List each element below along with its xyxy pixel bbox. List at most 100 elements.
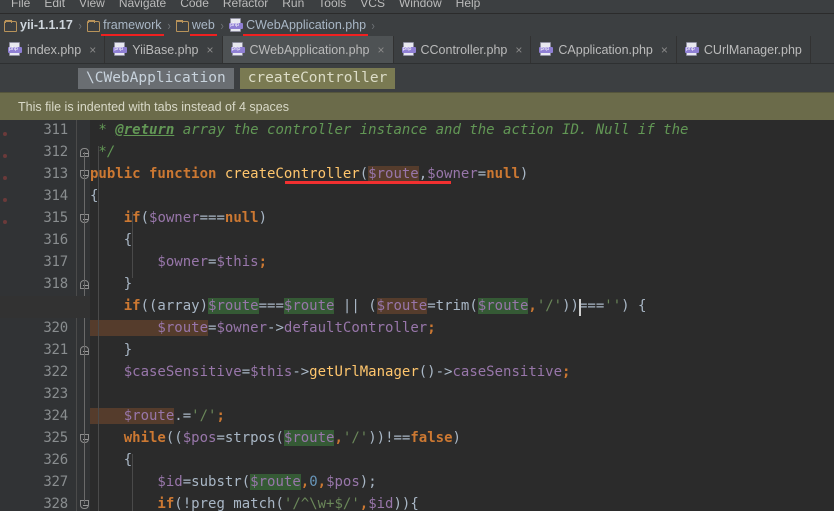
breadcrumb-item-3[interactable]: CWebApplication.php xyxy=(227,14,369,36)
menu-item-edit[interactable]: Edit xyxy=(37,0,72,11)
code-line[interactable]: { xyxy=(90,450,834,472)
tab-label: index.php xyxy=(27,43,82,57)
code-token: ) xyxy=(258,210,268,226)
code-token: $route xyxy=(90,320,209,336)
code-token: || xyxy=(342,298,360,314)
indent-guide xyxy=(98,146,99,511)
menu-item-run[interactable]: Run xyxy=(275,0,311,11)
menu-item-navigate[interactable]: Navigate xyxy=(112,0,173,11)
breadcrumb-item-2[interactable]: web xyxy=(174,14,217,36)
code-line-content: { xyxy=(90,232,132,248)
menu-item-code[interactable]: Code xyxy=(173,0,216,11)
breadcrumb-item-0[interactable]: yii-1.1.17 xyxy=(2,14,75,36)
close-icon[interactable]: × xyxy=(89,44,96,56)
breadcrumb-item-1[interactable]: framework xyxy=(85,14,164,36)
code-token: '/' xyxy=(191,408,217,424)
code-line[interactable]: { xyxy=(90,186,834,208)
indentation-notification-banner[interactable]: This file is indented with tabs instead … xyxy=(0,92,834,120)
navigation-breadcrumb-bar: yii-1.1.17 › framework › web › CWebApplication… xyxy=(0,14,834,36)
menu-item-file[interactable]: File xyxy=(4,0,37,11)
code-line[interactable]: if((array)$route===$route || ($route=tri… xyxy=(90,296,834,318)
code-line[interactable]: $id=substr($route,0,$pos); xyxy=(90,472,834,494)
code-token: preg_match xyxy=(191,496,276,511)
code-line-content: $route=$owner->defaultController; xyxy=(90,320,436,336)
red-annotation-underline xyxy=(285,181,451,184)
php-file-icon xyxy=(113,42,128,57)
code-line[interactable]: $caseSensitive=$this->getUrlManager()->c… xyxy=(90,362,834,384)
code-token: $route xyxy=(283,298,335,314)
close-icon[interactable]: × xyxy=(377,44,384,56)
code-line[interactable] xyxy=(90,384,834,406)
code-line[interactable]: public function createController($route,… xyxy=(90,164,834,186)
gutter-row: 326 xyxy=(11,450,76,472)
editor-tab-ccontroller-php[interactable]: CController.php × xyxy=(394,36,532,63)
code-line[interactable]: if($owner===null) xyxy=(90,208,834,230)
code-token: '/^\w+$/' xyxy=(283,496,360,511)
menu-item-refactor[interactable]: Refactor xyxy=(216,0,275,11)
line-number: 320 xyxy=(43,320,68,336)
php-file-icon xyxy=(539,42,554,57)
editor-tab-bar: index.php×YiiBase.php×CWebApplication.ph… xyxy=(0,36,834,63)
breadcrumb-separator-icon: › xyxy=(78,17,82,33)
menu-item-vcs[interactable]: VCS xyxy=(353,0,392,11)
code-line-content: if($owner===null) xyxy=(90,210,267,226)
code-token: ( xyxy=(241,474,251,490)
fold-connector-line xyxy=(84,152,85,196)
code-line[interactable]: if(!preg_match('/^\w+$/',$id)){ xyxy=(90,494,834,511)
gutter-row: 321 xyxy=(11,340,76,362)
close-icon[interactable]: × xyxy=(661,44,668,56)
code-line[interactable]: while(($pos=strpos($route,'/'))!==false) xyxy=(90,428,834,450)
editor-tab-index-php[interactable]: index.php × xyxy=(0,36,106,63)
code-token: !== xyxy=(385,430,411,446)
menu-item-help[interactable]: Help xyxy=(449,0,488,11)
breadcrumb-label: web xyxy=(191,18,215,32)
code-token: false xyxy=(410,430,453,446)
code-line[interactable]: */ xyxy=(90,142,834,164)
code-text-area[interactable]: * @return array the controller instance … xyxy=(90,120,834,511)
menu-item-view[interactable]: View xyxy=(72,0,112,11)
line-number: 313 xyxy=(43,166,68,182)
code-token: defaultController xyxy=(283,320,428,336)
code-token: $this xyxy=(216,254,259,270)
tab-label: CWebApplication.php xyxy=(249,43,370,57)
close-icon[interactable]: × xyxy=(515,44,522,56)
code-line[interactable]: } xyxy=(90,340,834,362)
code-editor[interactable]: 3113123133143153163173183193203213223233… xyxy=(0,120,834,511)
indent-guide xyxy=(132,212,133,278)
class-breadcrumb-chip[interactable]: \CWebApplication xyxy=(78,67,234,89)
gutter-row: 324 xyxy=(11,406,76,428)
tab-label: YiiBase.php xyxy=(132,43,199,57)
close-icon[interactable]: × xyxy=(206,44,213,56)
method-breadcrumb-chip[interactable]: createController xyxy=(239,67,396,89)
code-line[interactable]: * @return array the controller instance … xyxy=(90,120,834,142)
editor-tab-yiibase-php[interactable]: YiiBase.php × xyxy=(105,36,223,63)
code-token: $route xyxy=(250,474,301,490)
editor-tab-cwebapplication-php[interactable]: CWebApplication.php × xyxy=(222,36,394,63)
code-token: ( xyxy=(140,210,150,226)
code-token: = xyxy=(216,430,225,446)
code-line[interactable]: $route.='/'; xyxy=(90,406,834,428)
code-line[interactable]: } xyxy=(90,274,834,296)
line-number: 324 xyxy=(43,408,68,424)
line-number: 316 xyxy=(43,232,68,248)
tab-label: CUrlManager.php xyxy=(703,43,802,57)
menu-item-window[interactable]: Window xyxy=(392,0,449,11)
gutter-row: 314 xyxy=(11,186,76,208)
code-line[interactable]: { xyxy=(90,230,834,252)
folder-icon xyxy=(4,19,17,32)
code-line[interactable]: $route=$owner->defaultController; xyxy=(90,318,834,340)
editor-tab-capplication-php[interactable]: CApplication.php × xyxy=(531,36,677,63)
marker-dot xyxy=(3,132,7,136)
editor-tab-curlmanager-php[interactable]: CUrlManager.php xyxy=(677,36,811,63)
code-line-content: { xyxy=(90,452,132,468)
line-number: 314 xyxy=(43,188,68,204)
code-line-content: public function createController($route,… xyxy=(90,166,528,182)
code-line[interactable]: $owner=$this; xyxy=(90,252,834,274)
menu-item-tools[interactable]: Tools xyxy=(311,0,353,11)
code-token: ((array) xyxy=(140,298,209,314)
php-file-icon xyxy=(8,42,22,57)
code-token: ( xyxy=(359,166,369,182)
marker-dot xyxy=(3,154,7,158)
code-token: { xyxy=(90,452,133,468)
code-token: getUrlManager xyxy=(309,364,419,380)
